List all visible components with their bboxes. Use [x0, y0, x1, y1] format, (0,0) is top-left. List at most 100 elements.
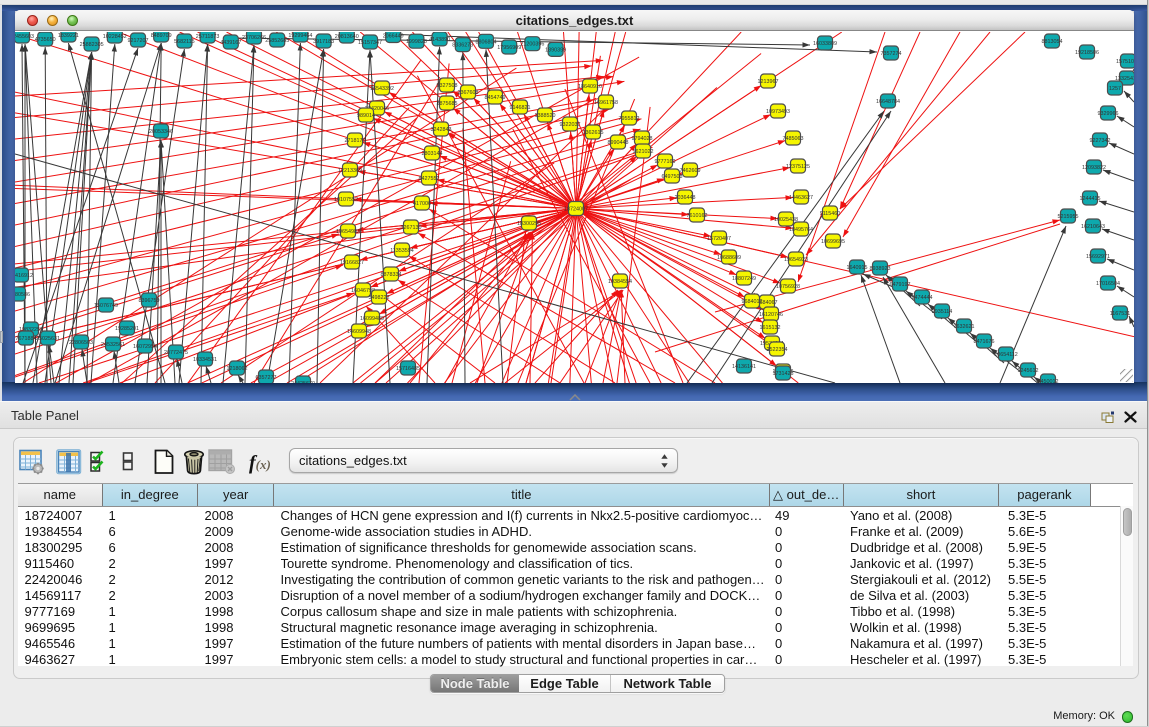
- svg-text:8806804: 8806804: [476, 39, 497, 45]
- svg-text:2036448: 2036448: [675, 195, 696, 201]
- svg-text:16961758: 16961758: [594, 100, 618, 106]
- svg-text:9115460: 9115460: [820, 211, 841, 217]
- svg-text:2522354: 2522354: [767, 347, 788, 353]
- svg-text:1388520: 1388520: [535, 113, 556, 119]
- svg-text:15076749: 15076749: [94, 303, 118, 309]
- svg-text:14609948: 14609948: [347, 329, 371, 335]
- svg-text:417006: 417006: [413, 201, 431, 207]
- svg-text:1615132: 1615132: [760, 325, 781, 331]
- svg-text:22455603: 22455603: [15, 34, 34, 40]
- svg-text:989014: 989014: [357, 113, 375, 119]
- svg-text:9777169: 9777169: [655, 159, 676, 165]
- svg-text:3242843: 3242843: [431, 127, 452, 133]
- svg-text:16099489: 16099489: [360, 316, 384, 322]
- svg-text:6497508: 6497508: [662, 174, 683, 180]
- svg-text:12375125: 12375125: [786, 164, 810, 170]
- svg-text:1257: 1257: [1109, 86, 1121, 92]
- svg-text:9322037: 9322037: [560, 122, 581, 128]
- svg-text:4439167: 4439167: [220, 40, 241, 46]
- svg-text:7671884: 7671884: [16, 336, 37, 342]
- svg-text:2718170: 2718170: [345, 138, 366, 144]
- svg-text:3498222: 3498222: [369, 295, 390, 301]
- svg-text:9474444: 9474444: [912, 295, 933, 301]
- svg-text:11353594: 11353594: [390, 248, 414, 254]
- svg-text:8396759: 8396759: [139, 298, 160, 304]
- svg-text:25852685: 25852685: [265, 38, 289, 44]
- svg-text:1640915: 1640915: [847, 265, 868, 271]
- svg-text:12213369: 12213369: [338, 168, 362, 174]
- svg-text:6357277: 6357277: [256, 375, 277, 381]
- svg-text:6479197: 6479197: [890, 282, 911, 288]
- svg-text:20772475: 20772475: [164, 350, 188, 356]
- svg-text:16648784: 16648784: [876, 99, 900, 105]
- svg-text:25711873: 25711873: [196, 34, 220, 40]
- svg-text:15180586: 15180586: [15, 292, 30, 298]
- svg-text:2803144: 2803144: [422, 151, 443, 157]
- svg-text:9684012: 9684012: [742, 299, 763, 305]
- svg-text:8938923: 8938923: [870, 266, 891, 272]
- svg-text:16543392: 16543392: [370, 86, 394, 92]
- svg-text:18724007: 18724007: [564, 207, 588, 213]
- svg-text:25882305: 25882305: [80, 42, 104, 48]
- svg-text:3267130: 3267130: [401, 225, 422, 231]
- svg-text:18640910: 18640910: [578, 84, 602, 90]
- svg-text:15692971: 15692971: [1086, 254, 1110, 260]
- svg-text:16033809: 16033809: [813, 41, 837, 47]
- svg-text:7462609: 7462609: [680, 168, 701, 174]
- svg-text:10654112: 10654112: [994, 352, 1018, 358]
- svg-text:7610162: 7610162: [687, 213, 708, 219]
- svg-text:4143890: 4143890: [429, 37, 450, 43]
- svg-text:21200396: 21200396: [520, 42, 544, 48]
- svg-text:18495764: 18495764: [789, 227, 813, 233]
- svg-text:24532561: 24532561: [101, 342, 125, 348]
- svg-text:9227342: 9227342: [1090, 138, 1111, 144]
- svg-text:8336273: 8336273: [452, 43, 473, 49]
- svg-text:16120746: 16120746: [759, 312, 783, 318]
- svg-text:3875685: 3875685: [437, 101, 458, 107]
- svg-text:17016504: 17016504: [1096, 281, 1120, 287]
- svg-text:9327508: 9327508: [437, 83, 458, 89]
- svg-text:10334531: 10334531: [193, 357, 217, 363]
- svg-text:10756928: 10756928: [776, 284, 800, 290]
- svg-text:12416912: 12416912: [15, 273, 33, 279]
- svg-text:1218062: 1218062: [227, 366, 248, 372]
- svg-text:7357274: 7357274: [881, 51, 902, 57]
- svg-text:8878334: 8878334: [381, 272, 402, 278]
- svg-text:15720407: 15720407: [707, 236, 731, 242]
- svg-text:10688609: 10688609: [717, 255, 741, 261]
- svg-text:24425670: 24425670: [291, 381, 315, 383]
- svg-text:2935114: 2935114: [932, 309, 953, 315]
- svg-text:14463627: 14463627: [789, 195, 813, 201]
- svg-text:1890399: 1890399: [545, 47, 566, 53]
- svg-text:9450012: 9450012: [1038, 379, 1059, 383]
- svg-text:8990448: 8990448: [608, 140, 629, 146]
- svg-text:23706266: 23706266: [242, 35, 266, 41]
- svg-text:10228452: 10228452: [103, 34, 127, 40]
- svg-text:9794028: 9794028: [632, 136, 653, 142]
- svg-text:16072954: 16072954: [133, 344, 157, 350]
- svg-text:18807249: 18807249: [732, 276, 756, 282]
- svg-text:9146821: 9146821: [510, 105, 531, 111]
- svg-text:25025631: 25025631: [36, 336, 60, 342]
- svg-text:7632621: 7632621: [954, 324, 975, 330]
- svg-text:8471676: 8471676: [974, 339, 995, 345]
- svg-text:19299464: 19299464: [288, 33, 312, 39]
- svg-text:19654923: 19654923: [784, 257, 808, 263]
- svg-text:19654983: 19654983: [336, 229, 360, 235]
- svg-text:15157347: 15157347: [358, 40, 382, 46]
- svg-text:9329966: 9329966: [1098, 111, 1119, 117]
- svg-text:12093822: 12093822: [1082, 165, 1106, 171]
- svg-text:1167531: 1167531: [1110, 311, 1131, 317]
- svg-text:15751074: 15751074: [1116, 59, 1134, 65]
- svg-text:19384554: 19384554: [608, 279, 632, 285]
- svg-text:10973493: 10973493: [766, 109, 790, 115]
- svg-text:20813640: 20813640: [335, 34, 359, 40]
- svg-text:1621022: 1621022: [633, 149, 654, 155]
- svg-text:1362615: 1362615: [583, 130, 604, 136]
- svg-text:2066449: 2066449: [383, 34, 404, 40]
- svg-text:19218506: 19218506: [1075, 50, 1099, 56]
- svg-text:9217207: 9217207: [128, 38, 149, 44]
- svg-text:22806503: 22806503: [69, 340, 93, 346]
- svg-text:10699695: 10699695: [821, 239, 845, 245]
- svg-text:16210643: 16210643: [1081, 224, 1105, 230]
